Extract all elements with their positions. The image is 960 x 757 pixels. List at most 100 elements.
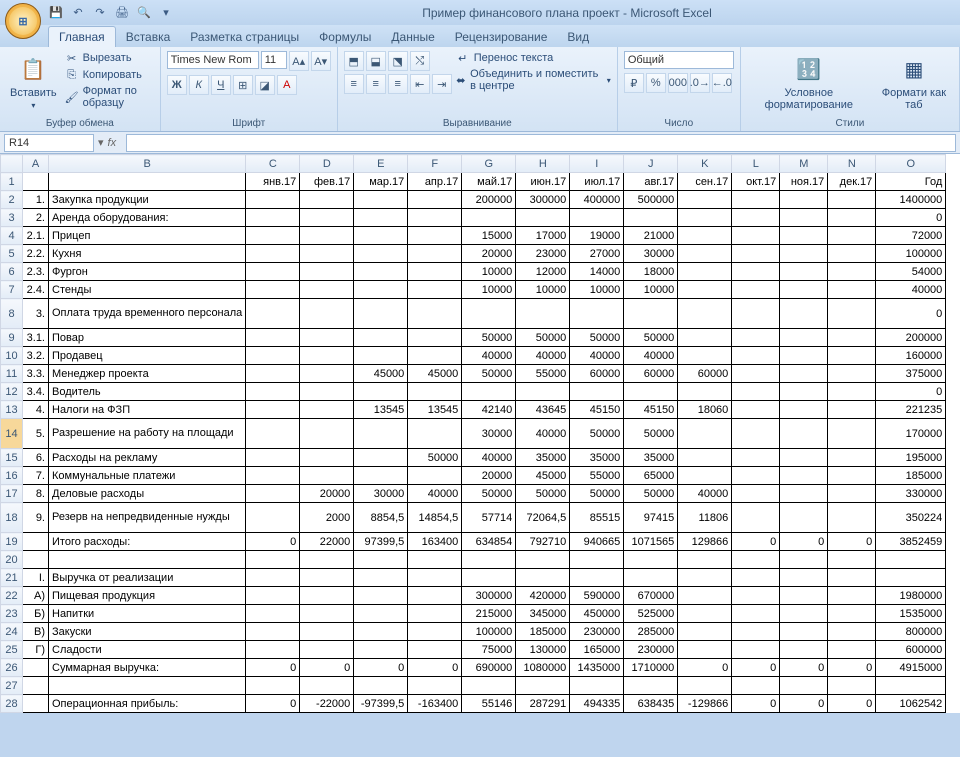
number-format-combo[interactable]	[624, 51, 734, 69]
cell[interactable]: 350224	[876, 503, 946, 533]
row-header[interactable]: 23	[1, 605, 23, 623]
cell[interactable]	[23, 659, 49, 677]
cell[interactable]	[876, 569, 946, 587]
cell[interactable]: Разрешение на работу на площади	[49, 419, 246, 449]
cell[interactable]	[678, 419, 732, 449]
cell[interactable]	[780, 485, 828, 503]
cell[interactable]: 170000	[876, 419, 946, 449]
cell[interactable]: 43645	[516, 401, 570, 419]
cell[interactable]: Кухня	[49, 245, 246, 263]
cell[interactable]: -129866	[678, 695, 732, 713]
cell[interactable]: I.	[23, 569, 49, 587]
cell[interactable]	[462, 209, 516, 227]
cell[interactable]	[828, 449, 876, 467]
cell[interactable]: 285000	[624, 623, 678, 641]
row-header[interactable]: 27	[1, 677, 23, 695]
cell[interactable]: 30000	[624, 245, 678, 263]
row-header[interactable]: 1	[1, 173, 23, 191]
cell[interactable]	[828, 419, 876, 449]
cell[interactable]: 3.3.	[23, 365, 49, 383]
cell[interactable]	[780, 347, 828, 365]
cell[interactable]	[570, 209, 624, 227]
cell[interactable]: 19000	[570, 227, 624, 245]
cell[interactable]	[354, 191, 408, 209]
cell[interactable]	[23, 533, 49, 551]
cell[interactable]	[354, 677, 408, 695]
cell[interactable]: Суммарная выручка:	[49, 659, 246, 677]
cell[interactable]: Пищевая продукция	[49, 587, 246, 605]
cell[interactable]: Стенды	[49, 281, 246, 299]
cell[interactable]: Повар	[49, 329, 246, 347]
cell[interactable]: 0	[780, 659, 828, 677]
row-header[interactable]: 2	[1, 191, 23, 209]
cell[interactable]	[354, 605, 408, 623]
cell[interactable]: 60000	[678, 365, 732, 383]
cell[interactable]: 2.1.	[23, 227, 49, 245]
cell[interactable]	[300, 245, 354, 263]
cell[interactable]: -22000	[300, 695, 354, 713]
cell[interactable]	[300, 347, 354, 365]
increase-font-icon[interactable]: A▴	[289, 51, 309, 71]
indent-inc-icon[interactable]: ⇥	[432, 74, 452, 94]
cell[interactable]: 40000	[678, 485, 732, 503]
cell[interactable]: Напитки	[49, 605, 246, 623]
cell[interactable]	[732, 467, 780, 485]
cell[interactable]: 1435000	[570, 659, 624, 677]
cell[interactable]	[462, 383, 516, 401]
cell[interactable]	[300, 209, 354, 227]
cell[interactable]	[624, 383, 678, 401]
format-painter-button[interactable]: 🖌Формат по образцу	[65, 85, 154, 109]
cell[interactable]: 638435	[624, 695, 678, 713]
cell[interactable]	[828, 299, 876, 329]
cell[interactable]	[732, 245, 780, 263]
format-as-table-button[interactable]: ▦ Формати как таб	[875, 51, 953, 113]
cell[interactable]	[246, 329, 300, 347]
row-header[interactable]: 15	[1, 449, 23, 467]
cell[interactable]	[354, 329, 408, 347]
cell[interactable]	[780, 401, 828, 419]
cell[interactable]: 185000	[516, 623, 570, 641]
cell[interactable]	[732, 281, 780, 299]
cell[interactable]	[408, 245, 462, 263]
cell[interactable]	[678, 191, 732, 209]
col-header[interactable]: J	[624, 155, 678, 173]
cell[interactable]: Оплата труда временного персонала	[49, 299, 246, 329]
cell[interactable]	[732, 299, 780, 329]
cell[interactable]: 55000	[516, 365, 570, 383]
col-header[interactable]: N	[828, 155, 876, 173]
row-header[interactable]: 24	[1, 623, 23, 641]
cell[interactable]	[354, 449, 408, 467]
cell[interactable]	[678, 623, 732, 641]
cell[interactable]: 40000	[624, 347, 678, 365]
cell[interactable]	[408, 641, 462, 659]
cell[interactable]: Расходы на рекламу	[49, 449, 246, 467]
cell[interactable]: -163400	[408, 695, 462, 713]
cell[interactable]	[780, 227, 828, 245]
preview-icon[interactable]: 🔍	[136, 5, 152, 21]
cell[interactable]: 30000	[354, 485, 408, 503]
cell[interactable]	[408, 227, 462, 245]
cell[interactable]	[246, 467, 300, 485]
cell[interactable]	[732, 641, 780, 659]
name-box-dropdown-icon[interactable]: ▾	[98, 136, 104, 149]
cell[interactable]: Прицеп	[49, 227, 246, 245]
cell[interactable]	[678, 641, 732, 659]
cell[interactable]	[246, 227, 300, 245]
cell[interactable]	[732, 569, 780, 587]
cell[interactable]: 50000	[462, 485, 516, 503]
cell[interactable]: 35000	[570, 449, 624, 467]
cell[interactable]	[300, 605, 354, 623]
cut-button[interactable]: ✂Вырезать	[65, 51, 154, 65]
cell[interactable]: 45150	[570, 401, 624, 419]
cell[interactable]	[246, 569, 300, 587]
cell[interactable]: 2.4.	[23, 281, 49, 299]
cell[interactable]	[300, 569, 354, 587]
cell[interactable]	[23, 173, 49, 191]
cell[interactable]	[828, 347, 876, 365]
cell[interactable]: 3.	[23, 299, 49, 329]
cell[interactable]: 7.	[23, 467, 49, 485]
cell[interactable]: 0	[732, 659, 780, 677]
cell[interactable]	[354, 623, 408, 641]
cell[interactable]	[300, 551, 354, 569]
cell[interactable]	[408, 347, 462, 365]
